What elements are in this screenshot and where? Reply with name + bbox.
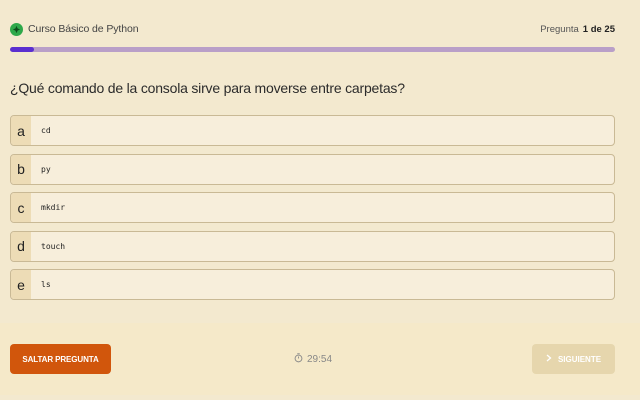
option-text: mkdir: [41, 203, 66, 212]
timer: 29:54: [294, 353, 332, 366]
question-text: ¿Qué comando de la consola sirve para mo…: [10, 80, 405, 96]
chevron-right-icon: [546, 354, 552, 364]
option-e[interactable]: e ls: [10, 269, 615, 300]
option-a[interactable]: a cd: [10, 115, 615, 146]
option-letter: b: [11, 154, 31, 184]
skip-question-button[interactable]: SALTAR PREGUNTA: [10, 344, 111, 374]
logo-icon: [10, 22, 23, 36]
option-d[interactable]: d touch: [10, 230, 615, 262]
stopwatch-icon: [294, 353, 303, 366]
next-label: SIGUIENTE: [557, 354, 602, 364]
course-title: Curso Básico de Python: [28, 23, 139, 35]
question-counter: Pregunta 1 de 25: [540, 24, 615, 35]
quiz-page: Curso Básico de Python Pregunta 1 de 25 …: [0, 0, 640, 400]
option-letter: d: [11, 231, 31, 261]
counter-label: Pregunta: [540, 23, 579, 35]
counter-value: 1 de 25: [582, 23, 615, 35]
options-list: a cd b py c mkdir d touch e ls: [10, 115, 615, 308]
option-b[interactable]: b py: [10, 153, 615, 185]
option-letter: a: [11, 116, 31, 145]
option-letter: c: [11, 193, 31, 222]
option-text: py: [41, 164, 51, 174]
next-button[interactable]: SIGUIENTE: [532, 344, 615, 374]
option-letter: e: [11, 270, 31, 299]
option-text: cd: [41, 126, 51, 135]
quiz-footer: SALTAR PREGUNTA 29:54 SIGUIENTE: [0, 323, 640, 395]
option-text: touch: [41, 241, 66, 251]
progress-fill: [10, 47, 35, 52]
progress-bar: [10, 47, 615, 52]
option-text: ls: [41, 280, 51, 289]
option-c[interactable]: c mkdir: [10, 192, 615, 223]
quiz-header: Curso Básico de Python Pregunta 1 de 25: [10, 20, 615, 38]
course-brand: Curso Básico de Python: [10, 22, 139, 36]
timer-value: 29:54: [307, 354, 333, 365]
